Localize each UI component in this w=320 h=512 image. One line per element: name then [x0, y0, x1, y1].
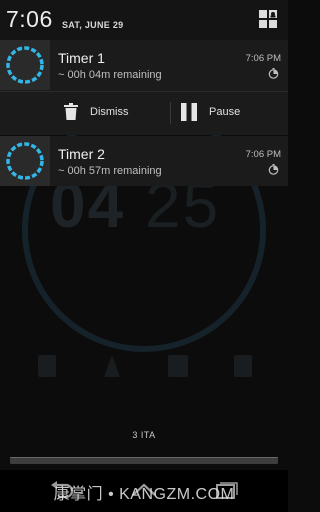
notification-subtitle: ~ 00h 04m remaining — [58, 69, 162, 81]
notification-time: 7:06 PM — [245, 149, 281, 160]
quick-settings-button[interactable] — [258, 9, 278, 29]
notification-timer-1[interactable]: Timer 1 ~ 00h 04m remaining 7:06 PM Dism… — [0, 40, 288, 135]
notification-title: Timer 2 — [58, 146, 105, 162]
quick-settings-icon — [259, 10, 277, 28]
notification-subtitle: ~ 00h 57m remaining — [58, 165, 162, 177]
timer-ring-icon — [6, 142, 44, 180]
timer-ring-icon — [6, 46, 44, 84]
clock: 7:06 — [6, 6, 53, 32]
trash-icon — [64, 103, 78, 120]
notification-timer-2[interactable]: Timer 2 ~ 00h 57m remaining 7:06 PM — [0, 136, 288, 186]
background-scrollbar[interactable] — [10, 457, 278, 464]
notification-icon-box — [0, 40, 50, 90]
watermark: 康掌门 • KANGZM.COM — [53, 486, 235, 503]
notification-header: 7:06 SAT, JUNE 29 — [0, 0, 288, 40]
pause-label: Pause — [209, 106, 241, 118]
background-edit-icon — [234, 355, 252, 377]
stopwatch-icon — [268, 164, 279, 175]
background-timer-label: 3 ITA — [132, 430, 156, 440]
dismiss-label: Dismiss — [90, 106, 129, 118]
background-controls — [34, 355, 264, 381]
background-trash-icon — [38, 355, 56, 377]
stopwatch-icon — [268, 68, 279, 79]
pause-icon — [181, 103, 197, 121]
background-restart-icon — [104, 355, 120, 377]
date: SAT, JUNE 29 — [62, 20, 124, 30]
notification-title: Timer 1 — [58, 50, 105, 66]
notification-time: 7:06 PM — [245, 53, 281, 64]
notification-icon-box — [0, 136, 50, 186]
pause-button[interactable]: Pause — [171, 92, 288, 135]
background-pause-icon — [168, 355, 188, 377]
dismiss-button[interactable]: Dismiss — [0, 92, 170, 135]
